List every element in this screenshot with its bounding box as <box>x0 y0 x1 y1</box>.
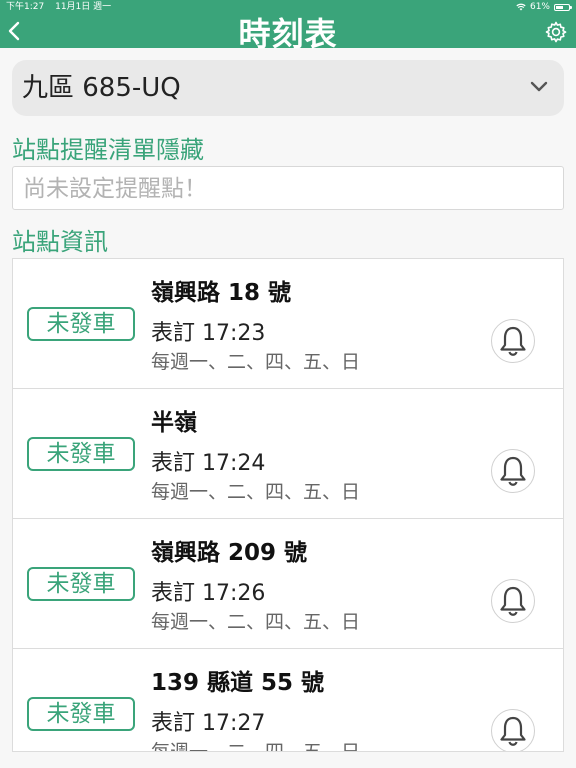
stop-name: 139 縣道 55 號 <box>151 670 325 696</box>
scheduled-time: 表訂 17:24 <box>151 451 266 476</box>
gear-icon <box>545 21 567 43</box>
service-days: 每週一、二、四、五、日 <box>151 611 361 633</box>
reminder-empty-text: 尚未設定提醒點！ <box>23 176 207 202</box>
stop-list[interactable]: 未發車 嶺興路 18 號 表訂 17:23 每週一、二、四、五、日 未發車 半嶺… <box>12 258 564 752</box>
stop-row[interactable]: 未發車 嶺興路 209 號 表訂 17:26 每週一、二、四、五、日 <box>13 519 563 649</box>
settings-button[interactable] <box>544 20 568 44</box>
reminder-bell-button[interactable] <box>491 709 535 751</box>
reminder-bell-button[interactable] <box>491 449 535 493</box>
bell-icon <box>500 456 526 486</box>
reminder-bell-button[interactable] <box>491 319 535 363</box>
service-days: 每週一、二、四、五、日 <box>151 481 361 503</box>
bell-icon <box>500 326 526 356</box>
reminder-list: 尚未設定提醒點！ <box>12 166 564 210</box>
stop-name: 半嶺 <box>151 410 197 436</box>
scheduled-time: 表訂 17:26 <box>151 581 266 606</box>
bell-icon <box>500 716 526 746</box>
departure-status-badge: 未發車 <box>27 307 135 341</box>
chevron-down-icon <box>530 81 548 92</box>
route-select-value: 九區 685-UQ <box>22 73 181 103</box>
departure-status-badge: 未發車 <box>27 567 135 601</box>
route-select[interactable]: 九區 685-UQ <box>12 60 564 116</box>
service-days: 每週一、二、四、五、日 <box>151 351 361 373</box>
stops-section-label: 站點資訊 <box>12 228 108 256</box>
page-title: 時刻表 <box>238 15 338 53</box>
stop-row[interactable]: 未發車 半嶺 表訂 17:24 每週一、二、四、五、日 <box>13 389 563 519</box>
stop-row[interactable]: 未發車 139 縣道 55 號 表訂 17:27 每週一、二、四、五、日 <box>13 649 563 752</box>
stop-row[interactable]: 未發車 嶺興路 18 號 表訂 17:23 每週一、二、四、五、日 <box>13 259 563 389</box>
departure-status-badge: 未發車 <box>27 437 135 471</box>
bell-icon <box>500 586 526 616</box>
reminder-bell-button[interactable] <box>491 579 535 623</box>
reminder-list-toggle[interactable]: 站點提醒清單隱藏 <box>12 130 204 165</box>
stop-name: 嶺興路 209 號 <box>151 540 308 566</box>
scheduled-time: 表訂 17:27 <box>151 711 266 736</box>
departure-status-badge: 未發車 <box>27 697 135 731</box>
service-days: 每週一、二、四、五、日 <box>151 741 361 752</box>
scheduled-time: 表訂 17:23 <box>151 321 266 346</box>
app-header: 下午1:27 11月1日 週一 61% 時刻表 <box>0 0 576 53</box>
stop-name: 嶺興路 18 號 <box>151 280 292 306</box>
